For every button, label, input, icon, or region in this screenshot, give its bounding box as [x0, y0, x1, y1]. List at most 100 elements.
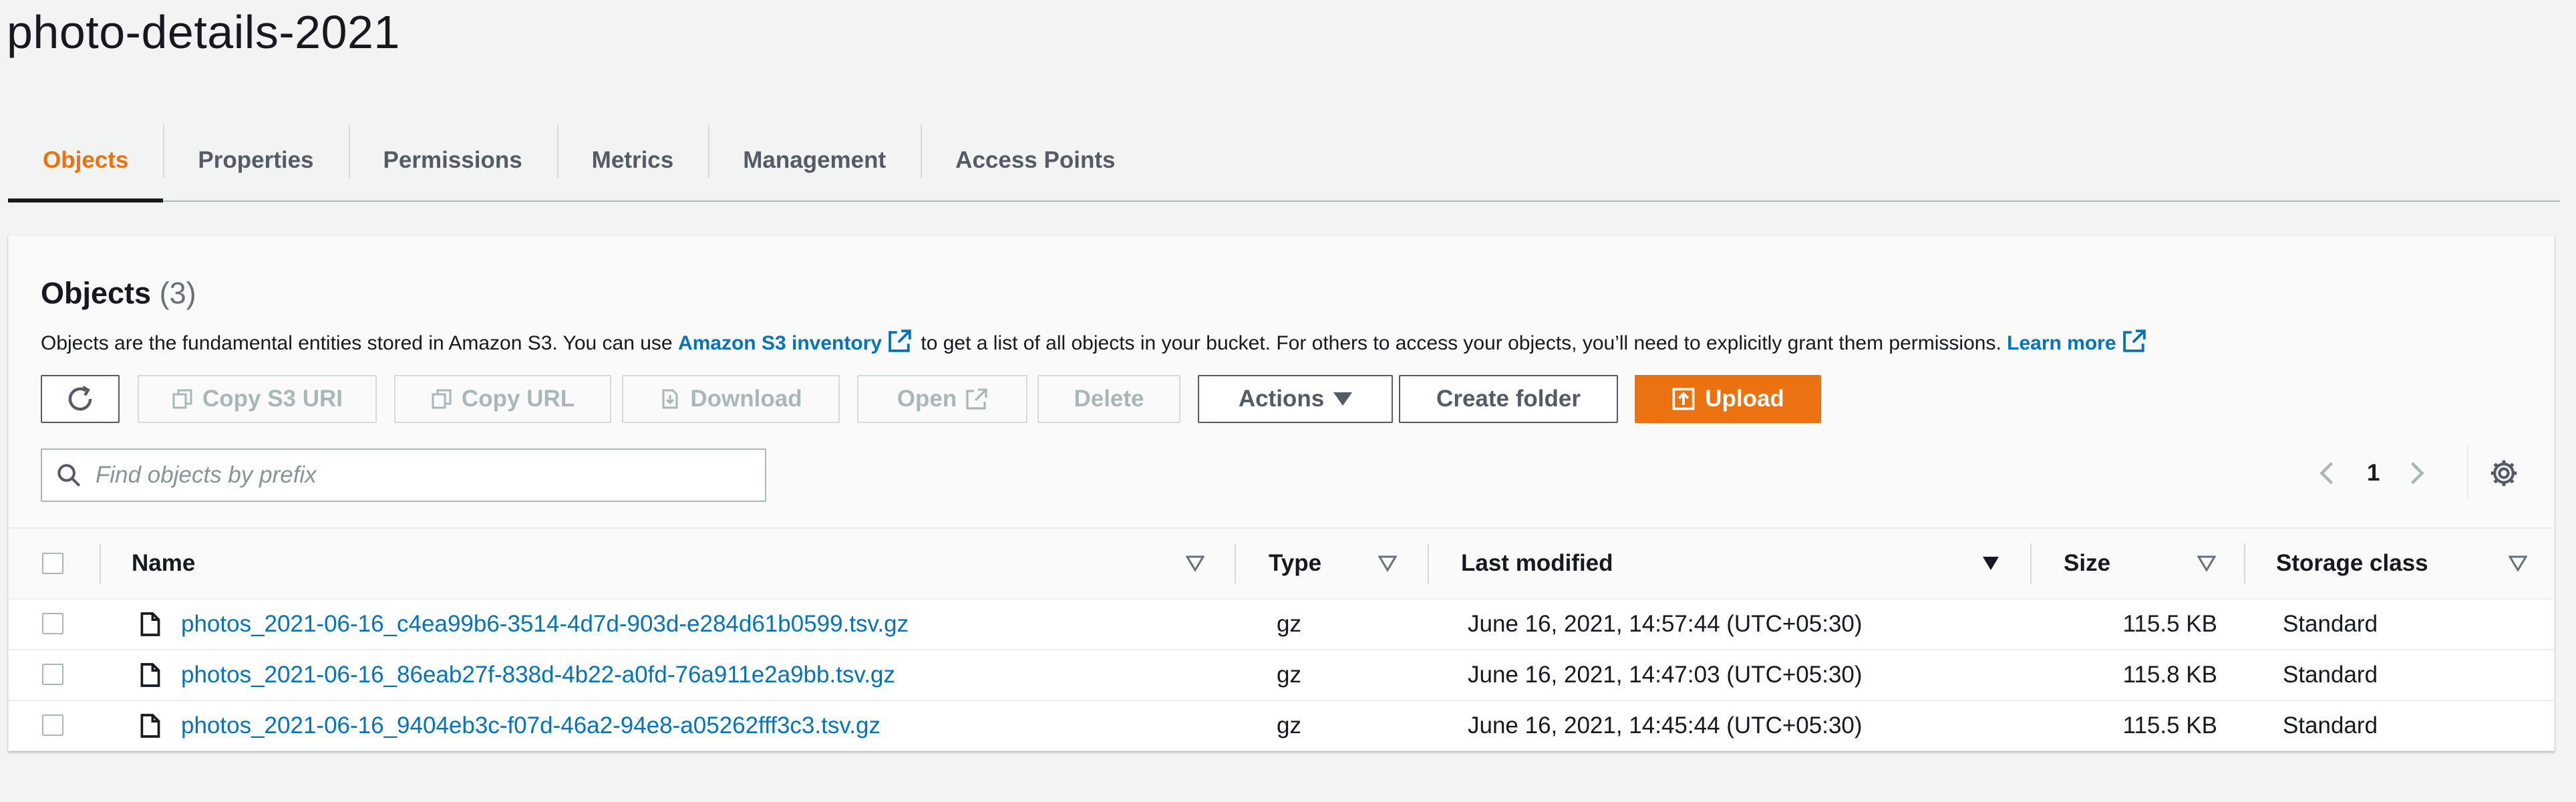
column-header-last-modified[interactable]: Last modified — [1461, 529, 1613, 598]
upload-label: Upload — [1705, 386, 1784, 412]
object-storage-class: Standard — [2283, 611, 2378, 637]
file-icon — [140, 663, 160, 687]
search-input[interactable] — [94, 461, 738, 489]
tab-metrics[interactable]: Metrics — [556, 120, 709, 200]
object-last-modified: June 16, 2021, 14:45:44 (UTC+05:30) — [1468, 712, 1863, 739]
bucket-tabs: Objects Properties Permissions Metrics M… — [8, 120, 2560, 203]
create-folder-button[interactable]: Create folder — [1399, 375, 1618, 423]
learn-more-label: Learn more — [2007, 332, 2116, 354]
object-type: gz — [1277, 611, 1301, 637]
objects-panel: Objects (3) Objects are the fundamental … — [8, 235, 2555, 751]
caret-down-icon — [1333, 392, 1353, 406]
row-checkbox[interactable] — [42, 714, 63, 736]
copy-icon — [432, 389, 452, 409]
upload-icon — [1672, 388, 1695, 410]
column-header-storage-class[interactable]: Storage class — [2276, 529, 2428, 598]
upload-button[interactable]: Upload — [1635, 375, 1821, 423]
objects-heading-label: Objects — [41, 276, 152, 310]
tab-permissions[interactable]: Permissions — [348, 120, 557, 200]
open-button[interactable]: Open — [857, 375, 1027, 423]
search-box — [41, 448, 766, 502]
object-name-link[interactable]: photos_2021-06-16_9404eb3c-f07d-46a2-94e… — [181, 701, 880, 751]
s3-inventory-link[interactable]: Amazon S3 inventory — [677, 329, 915, 354]
description-text-1: Objects are the fundamental entities sto… — [41, 332, 673, 354]
external-link-icon — [2122, 329, 2146, 352]
select-all-checkbox[interactable] — [42, 553, 63, 574]
file-icon-cell — [140, 650, 161, 700]
current-page[interactable]: 1 — [2367, 460, 2380, 487]
file-icon — [140, 714, 160, 738]
objects-heading: Objects (3) — [41, 276, 196, 311]
file-icon-cell — [140, 701, 161, 751]
column-header-size[interactable]: Size — [2064, 529, 2110, 598]
object-name-link[interactable]: photos_2021-06-16_86eab27f-838d-4b22-a0f… — [181, 650, 895, 700]
object-storage-class: Standard — [2283, 712, 2378, 739]
sort-icon[interactable] — [2197, 554, 2216, 573]
download-label: Download — [690, 386, 802, 412]
s3-inventory-label: Amazon S3 inventory — [677, 332, 882, 354]
object-size: 115.5 KB — [2122, 611, 2217, 637]
external-link-icon — [966, 388, 987, 410]
objects-count: (3) — [159, 276, 196, 310]
actions-button[interactable]: Actions — [1198, 375, 1393, 423]
tab-properties[interactable]: Properties — [163, 120, 348, 200]
page-title: photo-details-2021 — [7, 6, 400, 58]
column-divider — [1235, 543, 1236, 583]
sort-icon[interactable] — [2509, 554, 2527, 573]
table-row[interactable]: photos_2021-06-16_86eab27f-838d-4b22-a0f… — [9, 650, 2554, 701]
delete-label: Delete — [1074, 386, 1144, 412]
object-name-link[interactable]: photos_2021-06-16_c4ea99b6-3514-4d7d-903… — [181, 599, 909, 649]
object-size: 115.5 KB — [2122, 712, 2217, 739]
tab-objects[interactable]: Objects — [8, 120, 164, 203]
refresh-icon — [68, 386, 92, 411]
object-type: gz — [1277, 662, 1301, 688]
object-storage-class: Standard — [2283, 662, 2378, 688]
open-label: Open — [897, 386, 957, 412]
table-row[interactable]: photos_2021-06-16_c4ea99b6-3514-4d7d-903… — [9, 599, 2554, 650]
file-icon-cell — [140, 599, 161, 649]
column-header-type[interactable]: Type — [1269, 529, 1321, 598]
external-link-icon — [889, 329, 911, 352]
column-divider — [2030, 543, 2032, 583]
delete-button[interactable]: Delete — [1037, 375, 1180, 423]
download-icon — [662, 389, 678, 409]
copy-icon — [172, 389, 192, 409]
gear-icon — [2490, 460, 2517, 487]
row-checkbox[interactable] — [42, 664, 63, 685]
refresh-button[interactable] — [41, 375, 120, 423]
copy-s3-uri-button[interactable]: Copy S3 URI — [138, 375, 377, 423]
sort-icon[interactable] — [1186, 554, 1204, 573]
sort-icon[interactable] — [1378, 554, 1397, 573]
sort-descending-icon[interactable] — [1981, 554, 2000, 573]
table-row[interactable]: photos_2021-06-16_9404eb3c-f07d-46a2-94e… — [9, 701, 2554, 751]
create-folder-label: Create folder — [1436, 386, 1581, 412]
learn-more-link[interactable]: Learn more — [2007, 329, 2149, 354]
chevron-right-icon[interactable] — [2404, 460, 2430, 487]
copy-url-label: Copy URL — [461, 386, 575, 412]
search-icon — [57, 464, 81, 487]
download-button[interactable]: Download — [622, 375, 840, 423]
table-header: Name Type Last modified Size Storage cla… — [9, 527, 2554, 599]
objects-description: Objects are the fundamental entities sto… — [41, 329, 2150, 355]
chevron-left-icon[interactable] — [2313, 460, 2340, 487]
object-type: gz — [1277, 712, 1301, 739]
table-settings-button[interactable] — [2480, 450, 2527, 497]
file-icon — [140, 612, 160, 636]
object-last-modified: June 16, 2021, 14:47:03 (UTC+05:30) — [1468, 662, 1863, 688]
copy-url-button[interactable]: Copy URL — [394, 375, 611, 423]
description-text-2: to get a list of all objects in your buc… — [921, 332, 2001, 354]
tab-management[interactable]: Management — [708, 120, 921, 200]
pager-divider — [2467, 444, 2468, 498]
copy-s3-uri-label: Copy S3 URI — [202, 386, 343, 412]
column-divider — [1428, 543, 1429, 583]
column-divider — [2244, 543, 2245, 583]
object-size: 115.8 KB — [2122, 662, 2217, 688]
object-last-modified: June 16, 2021, 14:57:44 (UTC+05:30) — [1468, 611, 1863, 637]
row-checkbox[interactable] — [42, 613, 63, 634]
column-header-name[interactable]: Name — [132, 529, 195, 598]
column-divider — [100, 543, 101, 583]
pagination: 1 — [2313, 446, 2430, 500]
actions-label: Actions — [1238, 386, 1325, 412]
tab-access-points[interactable]: Access Points — [921, 120, 1150, 200]
objects-table: Name Type Last modified Size Storage cla… — [9, 527, 2554, 751]
